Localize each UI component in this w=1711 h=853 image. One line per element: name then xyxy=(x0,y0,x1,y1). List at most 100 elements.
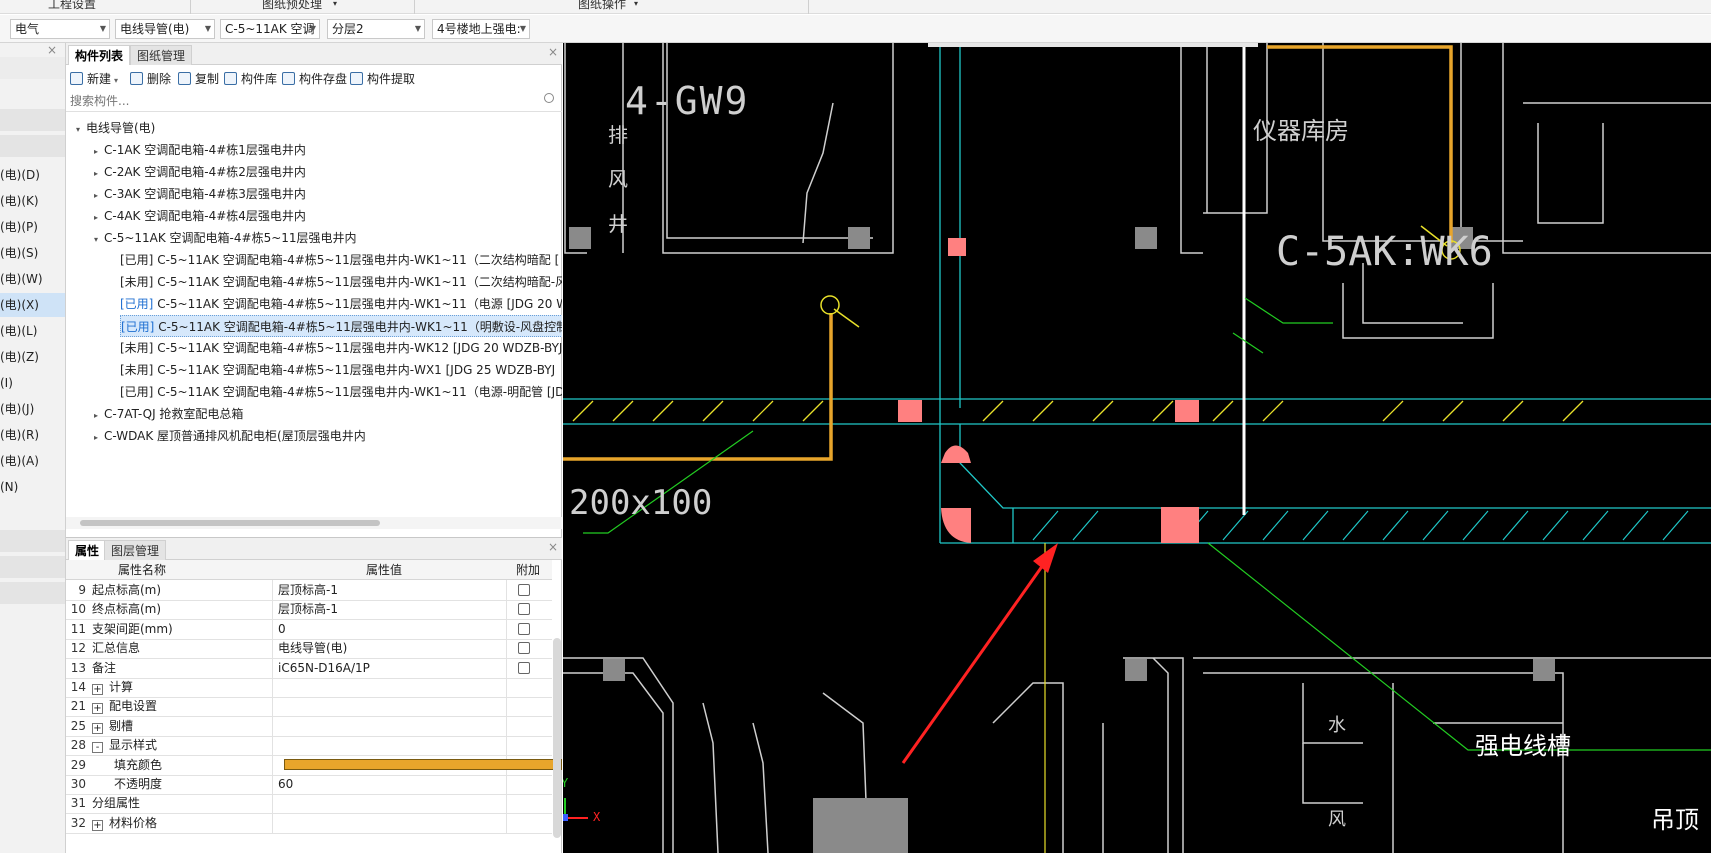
nav-item[interactable]: (电)(K) xyxy=(0,189,65,213)
tree-leaf[interactable]: [未用] C-5~11AK 空调配电箱-4#栋5~11层强电井内-WK12 [J… xyxy=(120,337,562,359)
delete-button[interactable]: 删除 xyxy=(130,70,171,88)
property-row[interactable]: 13 备注 iC65N-D16A/1P xyxy=(66,657,552,679)
component-extract-button[interactable]: 构件提取 xyxy=(350,70,415,88)
new-button[interactable]: 新建 ▾ xyxy=(70,70,118,88)
chevron-right-icon[interactable]: ▸ xyxy=(94,185,104,207)
tree-group[interactable]: ▸ C-3AK 空调配电箱-4#栋3层强电井内 xyxy=(94,183,306,205)
expand-icon[interactable]: + xyxy=(92,819,103,831)
tree-leaf[interactable]: [已用] C-5~11AK 空调配电箱-4#栋5~11层强电井内-WK1~11（… xyxy=(120,381,562,403)
collapse-icon[interactable]: - xyxy=(92,742,103,754)
property-value[interactable]: 电线导管(电) xyxy=(278,638,578,658)
component-save-button[interactable]: 构件存盘 xyxy=(282,70,347,88)
tree-leaf[interactable]: [未用] C-5~11AK 空调配电箱-4#栋5~11层强电井内-WX1 [JD… xyxy=(120,359,555,381)
expand-icon[interactable]: + xyxy=(92,722,103,734)
nav-group-bar[interactable] xyxy=(0,135,65,157)
chevron-right-icon[interactable]: ▸ xyxy=(94,427,104,449)
close-icon[interactable]: × xyxy=(47,43,57,57)
layer-select[interactable]: 分层2 ▼ xyxy=(327,19,425,39)
chevron-right-icon[interactable]: ▸ xyxy=(94,163,104,185)
attach-checkbox[interactable] xyxy=(518,642,530,655)
tree-leaf[interactable]: [未用] C-5~11AK 空调配电箱-4#栋5~11层强电井内-WK1~11（… xyxy=(120,271,562,293)
property-row[interactable]: 28- 显示样式 xyxy=(66,735,552,757)
nav-item[interactable]: (电)(D) xyxy=(0,163,65,187)
nav-group-bar[interactable] xyxy=(0,109,65,131)
usage-tag: [未用] xyxy=(120,363,154,377)
vertical-scrollbar[interactable] xyxy=(553,638,561,838)
chevron-right-icon[interactable]: ▸ xyxy=(94,141,104,163)
close-icon[interactable]: × xyxy=(548,45,558,59)
tree-group[interactable]: ▸ C-2AK 空调配电箱-4#栋2层强电井内 xyxy=(94,161,306,183)
fill-color-swatch[interactable] xyxy=(284,758,562,770)
nav-group-bar[interactable] xyxy=(0,530,65,552)
ribbon-divider xyxy=(414,0,415,14)
nav-item[interactable]: (N) xyxy=(0,475,65,499)
nav-item[interactable]: (电)(J) xyxy=(0,397,65,421)
property-row[interactable]: 9 起点标高(m) 层顶标高-1 xyxy=(66,580,552,601)
property-value[interactable]: 层顶标高-1 xyxy=(278,599,578,619)
scrollbar-thumb[interactable] xyxy=(80,520,380,526)
expand-icon[interactable]: + xyxy=(92,684,103,695)
tab-properties[interactable]: 属性 xyxy=(68,540,107,560)
attach-checkbox[interactable] xyxy=(518,603,530,616)
close-icon[interactable]: × xyxy=(548,540,558,554)
property-value[interactable]: 0 xyxy=(278,619,578,639)
property-row[interactable]: 31 分组属性 xyxy=(66,793,552,815)
nav-item[interactable]: (电)(Z) xyxy=(0,345,65,369)
copy-button[interactable]: 复制 xyxy=(178,70,219,88)
nav-item[interactable]: (电)(S) xyxy=(0,241,65,265)
nav-item[interactable]: (电)(P) xyxy=(0,215,65,239)
ribbon-group-project-settings[interactable]: 工程设置 xyxy=(48,0,96,12)
component-select[interactable]: C-5~11AK 空调 ▼ xyxy=(220,19,320,39)
property-value[interactable]: 层顶标高-1 xyxy=(278,580,578,600)
search-input[interactable] xyxy=(70,92,540,110)
expand-icon[interactable]: + xyxy=(92,703,103,715)
tree-root[interactable]: ▾ 电线导管(电) xyxy=(76,117,155,139)
floor-select[interactable]: 4号楼地上强电: ▼ xyxy=(432,19,530,39)
chevron-right-icon[interactable]: ▸ xyxy=(94,207,104,229)
property-row[interactable]: 32 + 材料价格 xyxy=(66,812,552,834)
ribbon-group-drawing-operations[interactable]: 图纸操作 xyxy=(578,0,626,12)
tree-group[interactable]: ▸ C-4AK 空调配电箱-4#栋4层强电井内 xyxy=(94,205,306,227)
nav-item[interactable]: (电)(A) xyxy=(0,449,65,473)
property-value[interactable]: 60 xyxy=(278,774,578,794)
tab-layer-management[interactable]: 图层管理 xyxy=(104,540,167,560)
property-row[interactable]: 14 + 计算 xyxy=(66,677,552,698)
property-row[interactable]: 12 汇总信息 电线导管(电) xyxy=(66,638,552,660)
component-library-button[interactable]: 构件库 xyxy=(224,70,277,88)
horizontal-scrollbar[interactable] xyxy=(66,517,562,529)
nav-item[interactable]: (I) xyxy=(0,371,65,395)
nav-item[interactable]: (电)(W) xyxy=(0,267,65,291)
attach-checkbox[interactable] xyxy=(518,584,530,596)
tree-group[interactable]: ▸ C-1AK 空调配电箱-4#栋1层强电井内 xyxy=(94,139,306,161)
tree-leaf[interactable]: [已用] C-5~11AK 空调配电箱-4#栋5~11层强电井内-WK1~11（… xyxy=(120,249,559,271)
nav-item[interactable]: (电)(L) xyxy=(0,319,65,343)
search-icon[interactable] xyxy=(544,93,554,103)
nav-item[interactable]: (电)(X) xyxy=(0,293,65,317)
property-row[interactable]: 29 填充颜色 xyxy=(66,754,562,776)
chevron-right-icon[interactable]: ▸ xyxy=(94,405,104,427)
attach-checkbox[interactable] xyxy=(518,622,530,635)
tree-leaf[interactable]: [已用] C-5~11AK 空调配电箱-4#栋5~11层强电井内-WK1~11（… xyxy=(120,293,562,315)
nav-item[interactable]: (电)(R) xyxy=(0,423,65,447)
tab-drawing-management[interactable]: 图纸管理 xyxy=(130,45,193,65)
cad-canvas[interactable]: 4-GW9 仪器库房 C-5AK:WK6 200x100 排 风 井 强电线槽 … xyxy=(563,43,1711,853)
attach-checkbox[interactable] xyxy=(518,661,530,674)
tree-group[interactable]: ▸ C-7AT-QJ 抢救室配电总箱 xyxy=(94,403,243,425)
nav-group-bar[interactable] xyxy=(0,582,65,604)
property-row[interactable]: 21 + 配电设置 xyxy=(66,696,552,718)
tree-leaf[interactable]: [已用] C-5~11AK 空调配电箱-4#栋5~11层强电井内-WK1~11（… xyxy=(120,315,562,337)
tree-group[interactable]: ▾ C-5~11AK 空调配电箱-4#栋5~11层强电井内 xyxy=(94,227,357,249)
component-type-select[interactable]: 电线导管(电) ▼ xyxy=(115,19,215,39)
property-value[interactable]: iC65N-D16A/1P xyxy=(278,658,578,678)
property-row[interactable]: 30 不透明度 60 xyxy=(66,774,552,795)
chevron-down-icon[interactable]: ▾ xyxy=(76,119,86,141)
property-row[interactable]: 10 终点标高(m) 层顶标高-1 xyxy=(66,599,552,621)
tree-group[interactable]: ▸ C-WDAK 屋顶普通排风机配电柜(屋顶层强电井内 xyxy=(94,425,366,447)
nav-group-bar[interactable] xyxy=(0,556,65,578)
ribbon-group-drawing-preprocess[interactable]: 图纸预处理 xyxy=(262,0,322,12)
tab-component-list[interactable]: 构件列表 xyxy=(68,45,131,65)
property-row[interactable]: 11 支架间距(mm) 0 xyxy=(66,618,552,640)
discipline-select[interactable]: 电气 ▼ xyxy=(10,19,110,39)
chevron-down-icon[interactable]: ▾ xyxy=(94,229,104,251)
property-row[interactable]: 25 + 剔槽 xyxy=(66,715,552,737)
